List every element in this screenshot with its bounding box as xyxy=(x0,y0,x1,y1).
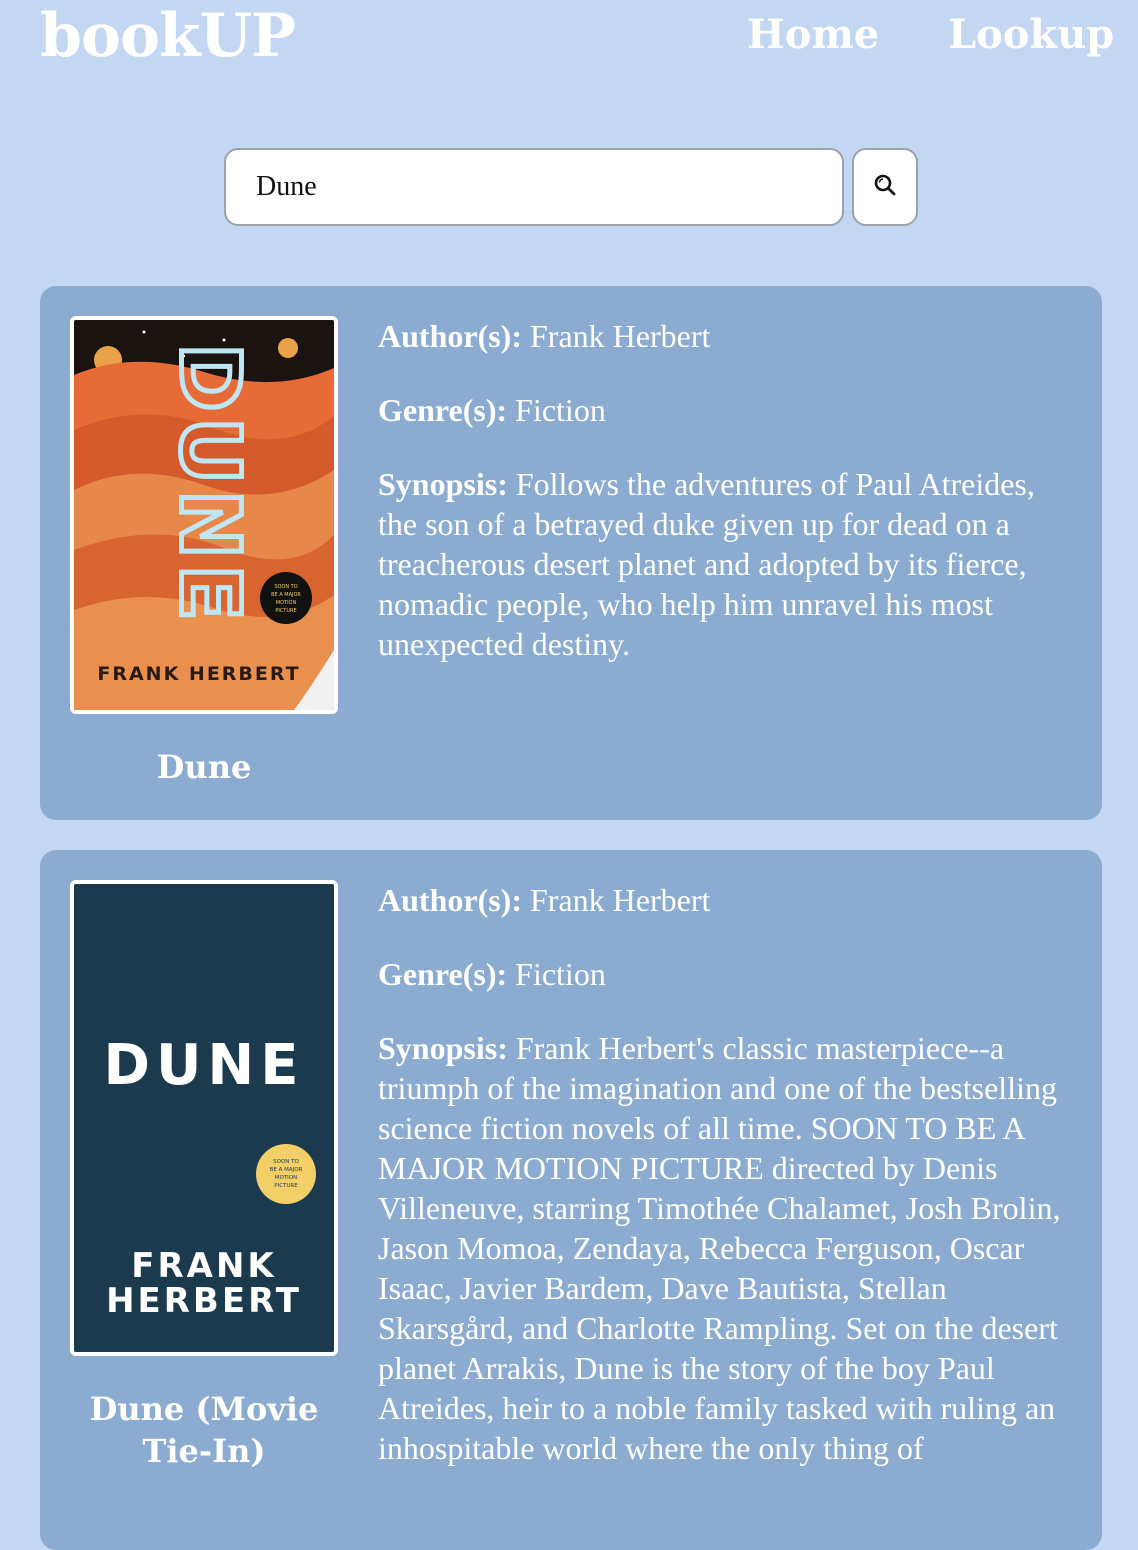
book-card: DUNE SOON TO BE A MAJOR MOTION PICTURE F… xyxy=(40,286,1102,820)
svg-text:MOTION: MOTION xyxy=(276,600,297,606)
svg-text:SOON TO: SOON TO xyxy=(274,584,297,590)
genre-value: Fiction xyxy=(515,956,606,992)
author-label: Author(s): xyxy=(378,318,522,354)
svg-text:BE A MAJOR: BE A MAJOR xyxy=(271,592,301,598)
genre-line: Genre(s): Fiction xyxy=(378,390,1078,430)
cover-title-text: DUNE xyxy=(103,1033,304,1098)
search-input[interactable] xyxy=(224,148,844,226)
author-label: Author(s): xyxy=(378,882,522,918)
genre-line: Genre(s): Fiction xyxy=(378,954,1078,994)
svg-text:HERBERT: HERBERT xyxy=(106,1281,302,1321)
svg-text:BE A MAJOR: BE A MAJOR xyxy=(270,1167,303,1173)
author-value: Frank Herbert xyxy=(529,318,711,354)
synopsis-label: Synopsis: xyxy=(378,466,508,502)
author-line: Author(s): Frank Herbert xyxy=(378,880,1078,920)
book-details: Author(s): Frank Herbert Genre(s): Ficti… xyxy=(378,316,1078,698)
book-title[interactable]: Dune (Movie Tie-In) xyxy=(60,1388,348,1472)
book-card: DUNE SOON TO BE A MAJOR MOTION PICTURE F… xyxy=(40,850,1102,1550)
svg-text:FRANK: FRANK xyxy=(131,1246,277,1286)
svg-text:PICTURE: PICTURE xyxy=(275,608,296,614)
genre-label: Genre(s): xyxy=(378,956,508,992)
cover-artwork: DUNE SOON TO BE A MAJOR MOTION PICTURE F… xyxy=(74,320,334,710)
author-value: Frank Herbert xyxy=(529,882,711,918)
synopsis-line: Synopsis: Follows the adventures of Paul… xyxy=(378,464,1078,664)
book-details: Author(s): Frank Herbert Genre(s): Ficti… xyxy=(378,880,1078,1502)
synopsis-label: Synopsis: xyxy=(378,1030,508,1066)
top-navbar: bookUP Home Lookup xyxy=(0,0,1138,80)
nav-link-home[interactable]: Home xyxy=(747,10,879,60)
svg-text:PICTURE: PICTURE xyxy=(274,1183,298,1189)
search-icon xyxy=(873,173,897,201)
svg-text:MOTION: MOTION xyxy=(275,1175,298,1181)
author-line: Author(s): Frank Herbert xyxy=(378,316,1078,356)
search-button[interactable] xyxy=(852,148,918,226)
book-title[interactable]: Dune xyxy=(60,746,348,788)
nav-link-lookup[interactable]: Lookup xyxy=(948,10,1114,60)
cover-title-text: DUNE xyxy=(162,343,257,626)
book-cover-image[interactable]: DUNE SOON TO BE A MAJOR MOTION PICTURE F… xyxy=(70,316,338,714)
book-cover-image[interactable]: DUNE SOON TO BE A MAJOR MOTION PICTURE F… xyxy=(70,880,338,1356)
svg-text:FRANK HERBERT: FRANK HERBERT xyxy=(97,663,300,685)
brand-logo[interactable]: bookUP xyxy=(40,0,296,72)
synopsis-line: Synopsis: Frank Herbert's classic master… xyxy=(378,1028,1078,1468)
cover-artwork: DUNE SOON TO BE A MAJOR MOTION PICTURE F… xyxy=(74,884,334,1352)
genre-label: Genre(s): xyxy=(378,392,508,428)
svg-text:SOON TO: SOON TO xyxy=(273,1159,299,1165)
synopsis-value: Frank Herbert's classic masterpiece--a t… xyxy=(378,1030,1061,1466)
genre-value: Fiction xyxy=(515,392,606,428)
